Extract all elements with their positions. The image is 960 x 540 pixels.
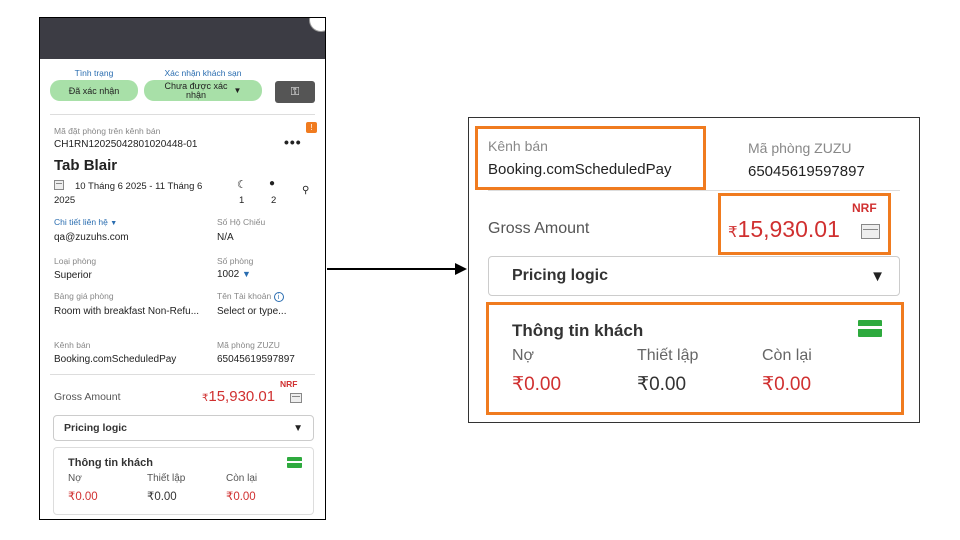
account-label-wrap: Tên Tài khoản i [217,291,284,302]
guest-info-card: Thông tin khách Nợ Thiết lập Còn lại ₹0.… [53,447,314,515]
channel-value: Booking.comScheduledPay [54,354,177,365]
highlight-channel-box [475,126,706,190]
rate-label: Bảng giá phòng [54,291,114,301]
callout-arrow-line [327,268,457,270]
credit-card-icon[interactable] [287,457,302,468]
more-options-button[interactable]: ••• [284,134,302,150]
guest-name: Tab Blair [54,157,118,174]
zoom-owed-value: ₹0.00 [512,374,562,395]
gross-amount-label: Gross Amount [54,391,121,403]
hotel-confirm-value-line2: nhận [186,89,207,100]
close-button[interactable] [309,18,325,32]
key-card-button[interactable]: ⚿ [275,81,315,103]
owed-label: Nợ [68,473,82,484]
room-number-value: 1002 [217,269,240,280]
remove-guest-icon[interactable]: ⚲ [302,185,309,196]
divider [50,114,315,115]
chevron-down-icon: ▼ [870,267,885,285]
passport-label: Số Hộ Chiếu [217,217,266,227]
date-range-line1: 10 Tháng 6 2025 - 11 Tháng 6 [75,181,203,192]
setup-value: ₹0.00 [147,491,177,503]
room-type-value: Superior [54,270,92,281]
hotel-confirm-label: Xác nhận khách sạn [164,68,242,78]
zoom-owed-label: Nợ [512,347,535,364]
chevron-down-icon: ▼ [242,269,251,279]
guest-count: 2 [271,195,277,206]
contact-label: Chi tiết liên hệ [54,217,108,227]
person-icon: ● [269,178,276,189]
chevron-down-icon: ▼ [233,86,242,95]
owed-value: ₹0.00 [68,491,98,503]
channel-label: Kênh bán [54,340,91,350]
zuzu-room-label: Mã phòng ZUZU [217,340,280,350]
hotel-confirm-select[interactable]: Chưa được xác nhận ▼ [144,80,262,101]
zoom-gross-value: 15,930.01 [737,216,840,242]
divider [50,374,315,375]
channel-code: CH1RN12025042801020448-01 [54,139,198,150]
zoom-channel-label: Kênh bán [488,138,548,154]
zoom-nrf-tag: NRF [852,201,877,215]
room-type-label: Loại phòng [54,256,97,266]
zoom-setup-label: Thiết lập [637,347,699,364]
invoice-icon[interactable] [861,224,880,239]
channel-code-label: Mã đặt phòng trên kênh bán [54,126,161,136]
callout-arrow-head [455,263,467,275]
date-range-line2: 2025 [54,195,76,206]
guest-info-title: Thông tin khách [68,457,153,469]
zoom-remaining-label: Còn lại [762,347,812,364]
zoom-pricing-logic-label: Pricing logic [512,267,609,284]
setup-label: Thiết lập [147,473,186,484]
remaining-value: ₹0.00 [226,491,256,503]
zoom-zuzu-value: 65045619597897 [748,163,865,180]
rate-value[interactable]: Room with breakfast Non-Refu... [54,306,199,317]
zoom-gross-label: Gross Amount [488,220,590,237]
status-row: Tình trạng Đã xác nhận Xác nhận khách sạ… [50,68,315,108]
calendar-icon [54,180,64,190]
gross-amount-value: 15,930.01 [208,388,276,405]
invoice-icon[interactable] [290,393,302,403]
contact-email: qa@zuzuhs.com [54,232,129,243]
gross-amount: ₹15,930.01 [202,388,275,405]
status-pill[interactable]: Đã xác nhận [50,80,138,101]
zoom-remaining-value: ₹0.00 [762,374,812,395]
nights-count: 1 [239,195,245,206]
alert-badge-icon: ! [306,122,317,133]
zoom-setup-value: ₹0.00 [637,374,687,395]
credit-card-icon[interactable] [858,320,882,337]
chevron-down-icon: ▼ [293,422,303,434]
pricing-logic-label: Pricing logic [64,422,128,434]
zoom-guest-info-title: Thông tin khách [512,321,644,340]
zoom-zuzu-label: Mã phòng ZUZU [748,140,852,156]
chevron-down-icon: ▼ [110,220,118,227]
remaining-label: Còn lại [226,473,258,484]
divider [488,190,900,191]
zoomed-detail-panel: Kênh bán Booking.comScheduledPay Mã phòn… [468,117,920,423]
account-input[interactable]: Select or type... [217,306,286,317]
moon-icon: ☾ [237,179,247,191]
room-number-label: Số phòng [217,256,254,266]
booking-panel: Tình trạng Đã xác nhận Xác nhận khách sạ… [39,17,326,520]
passport-value: N/A [217,232,234,243]
account-label: Tên Tài khoản [217,291,272,301]
nrf-tag: NRF [280,379,298,389]
zoom-gross-amount: ₹15,930.01 [728,216,840,243]
key-card-icon: ⚿ [290,85,300,98]
currency-symbol: ₹ [728,224,738,241]
zoom-pricing-logic-dropdown[interactable]: Pricing logic ▼ [488,256,900,296]
room-number-select[interactable]: 1002 ▼ [217,269,251,280]
zuzu-room-value: 65045619597897 [217,354,295,365]
info-icon[interactable]: i [273,292,284,302]
panel-header [40,18,325,59]
contact-details-toggle[interactable]: Chi tiết liên hệ ▼ [54,217,117,227]
zoom-channel-value: Booking.comScheduledPay [488,161,672,178]
status-label: Tình trạng [74,68,114,78]
pricing-logic-dropdown[interactable]: Pricing logic ▼ [53,415,314,441]
